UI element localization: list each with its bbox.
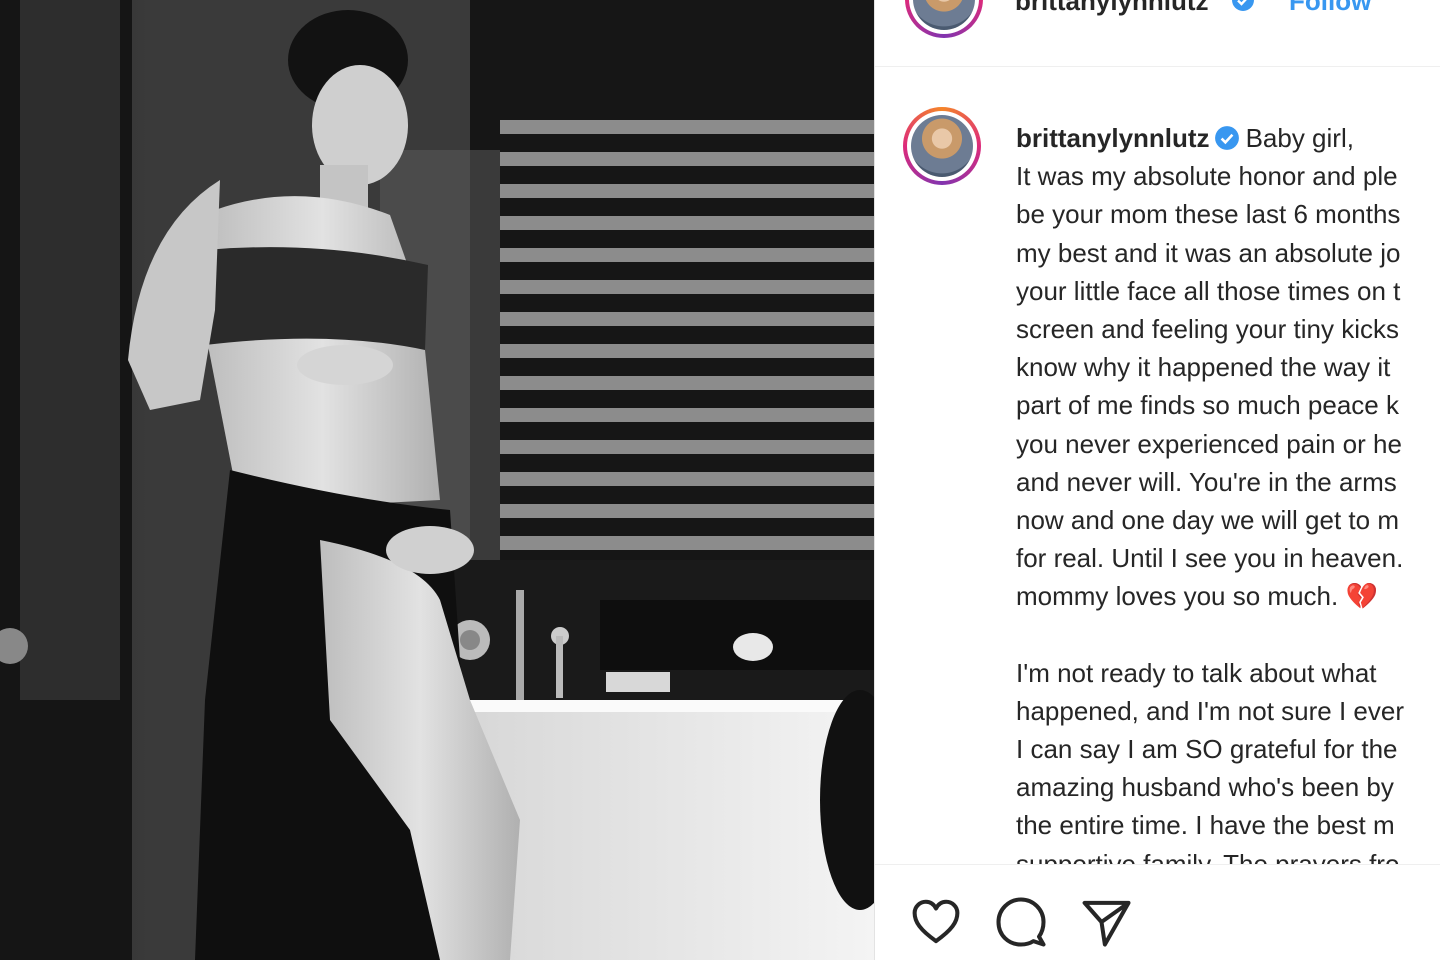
verified-badge-icon bbox=[1214, 126, 1239, 150]
caption-line: know why it happened the way it bbox=[1016, 352, 1391, 383]
caption-line: happened, and I'm not sure I ever bbox=[1016, 695, 1404, 726]
post-panel: brittanylynnlutz Follow brittanylynnlutz… bbox=[874, 0, 1440, 960]
caption-line: for real. Until I see you in heaven. bbox=[1016, 543, 1404, 574]
post-photo-image bbox=[0, 0, 874, 960]
caption-line: now and one day we will get to m bbox=[1016, 505, 1399, 536]
caption-line: my best and it was an absolute jo bbox=[1016, 237, 1401, 268]
action-bar bbox=[875, 864, 1440, 960]
caption-username[interactable]: brittanylynnlutz bbox=[1016, 123, 1210, 153]
verified-badge-icon bbox=[1232, 0, 1254, 11]
caption-opening: Baby girl, bbox=[1245, 123, 1354, 153]
caption-line: be your mom these last 6 months bbox=[1016, 199, 1401, 230]
caption-paragraph-gap bbox=[1016, 616, 1440, 654]
caption-line: It was my absolute honor and ple bbox=[1016, 161, 1398, 192]
caption-line: I'm not ready to talk about what bbox=[1016, 657, 1377, 688]
caption-line: you never experienced pain or he bbox=[1016, 428, 1402, 459]
caption-line: mommy loves you so much. 💔 bbox=[1016, 577, 1440, 615]
caption-line: screen and feeling your tiny kicks bbox=[1016, 314, 1399, 345]
caption-text: brittanylynnlutz Baby girl, It was my ab… bbox=[1016, 119, 1440, 864]
follow-button[interactable]: Follow bbox=[1289, 0, 1371, 17]
caption-area[interactable]: brittanylynnlutz Baby girl, It was my ab… bbox=[875, 67, 1440, 864]
header-username[interactable]: brittanylynnlutz bbox=[1015, 0, 1209, 17]
comment-icon[interactable] bbox=[994, 895, 1048, 949]
caption-line: your little face all those times on t bbox=[1016, 275, 1401, 306]
heart-icon[interactable] bbox=[909, 895, 963, 949]
caption-last-text: mommy loves you so much. bbox=[1016, 581, 1339, 612]
caption-line: supportive family. The prayers fro bbox=[1016, 848, 1400, 864]
caption-line: part of me finds so much peace k bbox=[1016, 390, 1399, 421]
caption-first-line: brittanylynnlutz Baby girl, bbox=[1016, 119, 1440, 157]
caption-line: I can say I am SO grateful for the bbox=[1016, 734, 1398, 765]
broken-heart-emoji: 💔 bbox=[1345, 581, 1378, 612]
caption-line: amazing husband who's been by bbox=[1016, 772, 1394, 803]
caption-line: and never will. You're in the arms bbox=[1016, 466, 1397, 497]
post-header: brittanylynnlutz Follow bbox=[875, 0, 1440, 67]
caption-line: the entire time. I have the best m bbox=[1016, 810, 1395, 841]
paper-plane-icon[interactable] bbox=[1079, 895, 1133, 949]
caption-avatar[interactable] bbox=[903, 107, 981, 185]
post-photo[interactable] bbox=[0, 0, 874, 960]
header-avatar[interactable] bbox=[905, 0, 983, 38]
